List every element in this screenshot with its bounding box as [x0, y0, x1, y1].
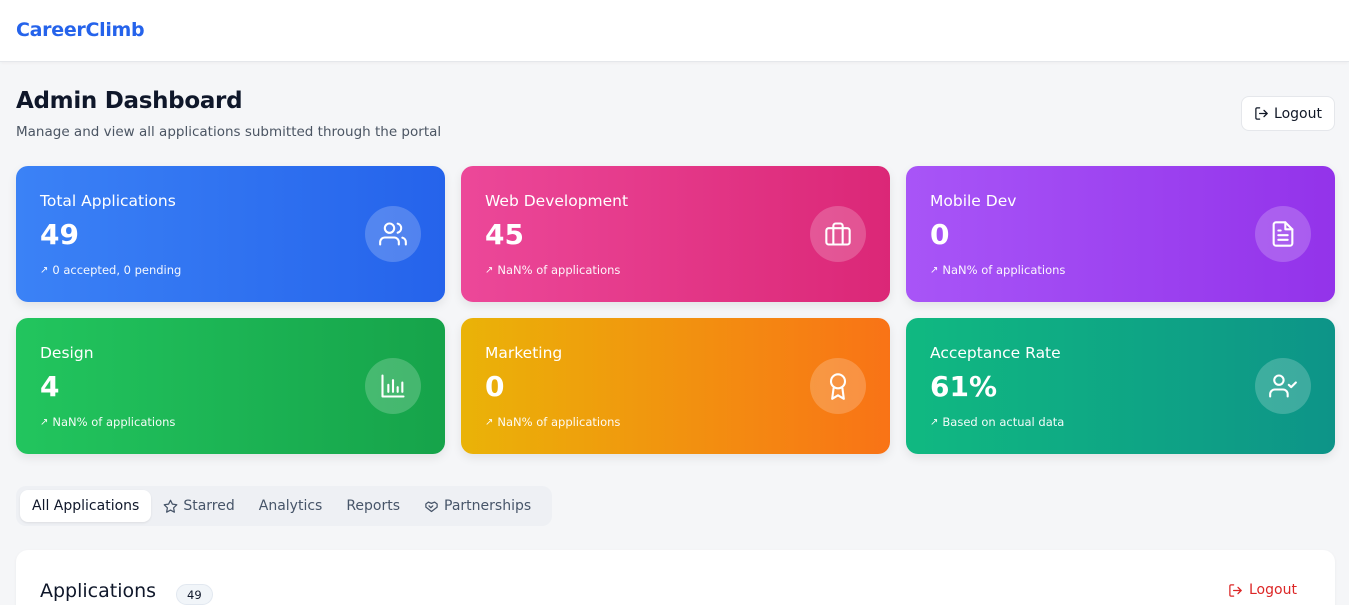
stat-card-web-development[interactable]: Web Development 45 ↗ NaN% of applications — [461, 166, 890, 302]
stat-card-marketing[interactable]: Marketing 0 ↗ NaN% of applications — [461, 318, 890, 454]
stat-title: Design — [40, 344, 94, 362]
stat-note: ↗ NaN% of applications — [485, 263, 620, 277]
tab-all-applications[interactable]: All Applications — [20, 490, 152, 522]
stat-value: 0 — [930, 218, 950, 251]
trend-up-icon: ↗ — [930, 416, 939, 428]
stat-card-acceptance-rate[interactable]: Acceptance Rate 61% ↗ Based on actual dat… — [906, 318, 1335, 454]
brand-logo[interactable]: CareerClimb — [16, 19, 145, 41]
tab-partnerships[interactable]: Partnerships — [412, 490, 543, 522]
logout-icon — [1229, 583, 1242, 597]
tab-starred[interactable]: Starred — [151, 490, 246, 522]
stat-note: ↗ Based on actual data — [930, 415, 1064, 429]
logout-label: Logout — [1249, 582, 1297, 598]
stat-value: 49 — [40, 218, 79, 251]
applications-count-badge: 49 — [176, 584, 213, 605]
tab-label: Starred — [183, 498, 235, 514]
logout-icon — [1255, 107, 1268, 120]
tab-label: Reports — [346, 498, 401, 514]
trend-up-icon: ↗ — [40, 416, 49, 428]
stat-value: 4 — [40, 370, 60, 403]
user-check-icon — [1255, 358, 1311, 414]
trend-up-icon: ↗ — [40, 264, 49, 276]
applications-title: Applications — [40, 580, 157, 602]
stat-title: Web Development — [485, 192, 629, 210]
trend-up-icon: ↗ — [485, 264, 494, 276]
stat-title: Acceptance Rate — [930, 344, 1061, 362]
applications-panel: Applications 49 Logout — [16, 550, 1335, 605]
stat-note-text: Based on actual data — [942, 415, 1065, 429]
tab-label: Analytics — [258, 498, 323, 514]
stat-value: 0 — [485, 370, 505, 403]
panel-logout-button[interactable]: Logout — [1228, 582, 1297, 598]
file-text-icon — [1255, 206, 1311, 262]
stat-card-design[interactable]: Design 4 ↗ NaN% of applications — [16, 318, 445, 454]
tab-reports[interactable]: Reports — [334, 490, 412, 522]
users-icon — [365, 206, 421, 262]
stat-note-text: NaN% of applications — [497, 263, 621, 277]
stat-note-text: 0 accepted, 0 pending — [52, 263, 182, 277]
bar-chart-icon — [365, 358, 421, 414]
stat-title: Total Applications — [40, 192, 176, 210]
stat-note: ↗ NaN% of applications — [485, 415, 620, 429]
stat-note: ↗ NaN% of applications — [930, 263, 1065, 277]
stat-card-mobile-dev[interactable]: Mobile Dev 0 ↗ NaN% of applications — [906, 166, 1335, 302]
stat-title: Mobile Dev — [930, 192, 1017, 210]
stat-note-text: NaN% of applications — [497, 415, 621, 429]
briefcase-icon — [810, 206, 866, 262]
trend-up-icon: ↗ — [485, 416, 494, 428]
page-title: Admin Dashboard — [16, 88, 243, 114]
star-icon — [163, 499, 178, 513]
tab-label: All Applications — [32, 498, 140, 514]
top-navbar: CareerClimb — [0, 0, 1349, 62]
handshake-icon — [425, 501, 438, 512]
tab-label: Partnerships — [444, 498, 532, 514]
stat-note: ↗ 0 accepted, 0 pending — [40, 263, 181, 277]
page-subtitle: Manage and view all applications submitt… — [16, 124, 442, 140]
stat-note: ↗ NaN% of applications — [40, 415, 175, 429]
stat-note-text: NaN% of applications — [942, 263, 1066, 277]
stat-card-total-applications[interactable]: Total Applications 49 ↗ 0 accepted, 0 pen… — [16, 166, 445, 302]
logout-label: Logout — [1274, 105, 1322, 122]
trend-up-icon: ↗ — [930, 264, 939, 276]
tab-analytics[interactable]: Analytics — [247, 490, 335, 522]
stat-note-text: NaN% of applications — [52, 415, 176, 429]
stat-value: 61% — [930, 370, 998, 403]
dashboard-tabs: All Applications Starred Analytics Repor… — [16, 486, 552, 526]
award-icon — [810, 358, 866, 414]
stat-title: Marketing — [485, 344, 563, 362]
logout-button[interactable]: Logout — [1241, 96, 1335, 131]
stat-value: 45 — [485, 218, 524, 251]
